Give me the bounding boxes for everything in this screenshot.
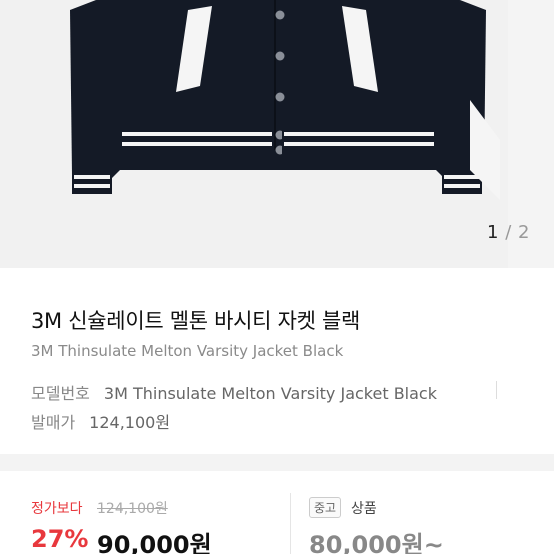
row-divider <box>496 381 497 399</box>
used-price: 80,000원~ <box>309 531 444 554</box>
product-subtitle: 3M Thinsulate Melton Varsity Jacket Blac… <box>31 342 344 360</box>
sale-price: 90,000원 <box>97 531 212 554</box>
pager-separator: / <box>505 222 512 243</box>
regular-price: 124,100원 <box>97 501 168 517</box>
price-section: 정가보다 124,100원 27% 90,000원 중고 상품 80,000원~ <box>0 471 554 554</box>
product-image-gallery[interactable]: 1 / 2 <box>0 0 554 268</box>
section-separator <box>0 454 554 471</box>
product-image <box>70 0 554 268</box>
used-label: 상품 <box>351 501 377 517</box>
pager-current: 1 <box>487 222 499 243</box>
model-number-value: 3M Thinsulate Melton Varsity Jacket Blac… <box>103 384 437 403</box>
model-number-label: 모델번호 <box>31 384 90 403</box>
release-price-label: 발매가 <box>31 413 76 432</box>
discount-rate: 27% <box>31 525 89 553</box>
used-badge: 중고 <box>309 497 342 518</box>
product-info: 3M 신슐레이트 멜톤 바시티 자켓 블랙 3M Thinsulate Melt… <box>0 268 554 454</box>
regular-price-label: 정가보다 <box>31 501 83 517</box>
model-number-row: 모델번호 3M Thinsulate Melton Varsity Jacket … <box>31 380 437 404</box>
price-divider <box>290 493 291 554</box>
product-title: 3M 신슐레이트 멜톤 바시티 자켓 블랙 <box>31 309 361 333</box>
pager-total: 2 <box>518 222 530 243</box>
release-price-row: 발매가 124,100원 <box>31 409 170 433</box>
release-price-value: 124,100원 <box>89 413 171 432</box>
image-pager: 1 / 2 <box>487 222 530 243</box>
